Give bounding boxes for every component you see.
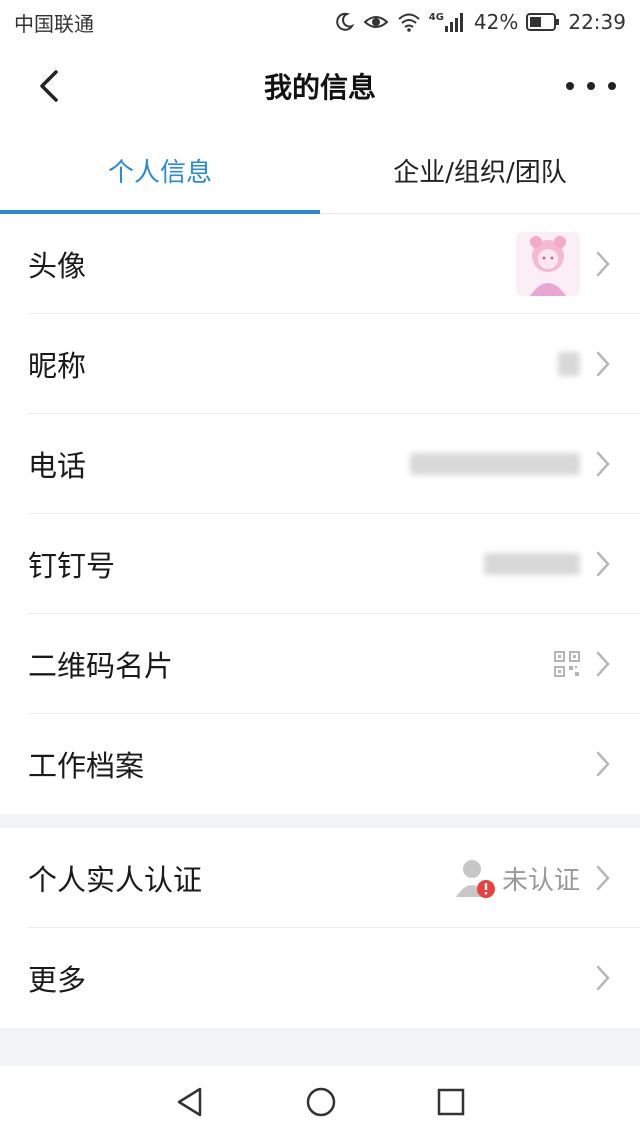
- avatar[interactable]: [516, 232, 580, 296]
- chevron-left-icon: [40, 70, 58, 102]
- qr-code-icon: [554, 651, 580, 677]
- more-dot-icon: [587, 82, 595, 90]
- battery-percent: 42%: [473, 10, 519, 34]
- signal-icon: 4G: [429, 12, 466, 32]
- more-dot-icon: [608, 82, 616, 90]
- circle-home-icon: [306, 1087, 336, 1117]
- phone-value: [410, 453, 580, 475]
- square-recents-icon: [437, 1088, 465, 1116]
- row-avatar[interactable]: 头像: [0, 214, 640, 314]
- nickname-value: [558, 352, 580, 376]
- wifi-icon: [397, 12, 421, 32]
- back-button[interactable]: [30, 64, 74, 108]
- profile-list: 头像 昵称 电话 钉钉号 二维码名片 工作档案: [0, 214, 640, 814]
- row-label: 个人实人认证: [28, 863, 203, 897]
- verification-list: 个人实人认证 未认证 更多: [0, 828, 640, 1028]
- row-label: 昵称: [28, 349, 87, 383]
- row-identity-verification[interactable]: 个人实人认证 未认证: [0, 828, 640, 928]
- eye-icon: [363, 12, 389, 32]
- nav-home-button[interactable]: [305, 1086, 337, 1118]
- chevron-right-icon: [596, 551, 610, 577]
- row-phone[interactable]: 电话: [0, 414, 640, 514]
- chevron-right-icon: [596, 865, 610, 891]
- row-qr-card[interactable]: 二维码名片: [0, 614, 640, 714]
- verification-status-text: 未认证: [501, 865, 580, 896]
- redacted-value: [410, 453, 580, 475]
- row-more[interactable]: 更多: [0, 928, 640, 1028]
- battery-icon: [526, 13, 560, 31]
- row-dingtalk-id[interactable]: 钉钉号: [0, 514, 640, 614]
- system-nav-bar: [0, 1066, 640, 1138]
- status-icons: 4G 42% 22:39: [333, 10, 626, 34]
- triangle-back-icon: [177, 1087, 202, 1117]
- more-dot-icon: [566, 82, 574, 90]
- nav-recents-button[interactable]: [437, 1088, 465, 1116]
- more-button[interactable]: [566, 72, 616, 100]
- tab-personal-info[interactable]: 个人信息: [0, 128, 320, 214]
- network-type: 4G: [428, 12, 444, 23]
- moon-icon: [333, 11, 355, 33]
- header-bar: 我的信息: [0, 44, 640, 128]
- verification-status: 未认证: [455, 857, 580, 899]
- redacted-value: [484, 553, 580, 575]
- row-label: 钉钉号: [28, 549, 116, 583]
- row-work-profile[interactable]: 工作档案: [0, 714, 640, 814]
- row-label: 工作档案: [28, 749, 145, 783]
- tab-bar: 个人信息 企业/组织/团队: [0, 128, 640, 214]
- row-nickname[interactable]: 昵称: [0, 314, 640, 414]
- chevron-right-icon: [596, 651, 610, 677]
- bottom-spacer: [0, 1028, 640, 1066]
- chevron-right-icon: [596, 451, 610, 477]
- chevron-right-icon: [596, 965, 610, 991]
- row-label: 更多: [28, 963, 87, 997]
- carrier-name: 中国联通: [14, 11, 94, 36]
- clock: 22:39: [568, 10, 626, 34]
- section-divider: [0, 814, 640, 828]
- chevron-right-icon: [596, 251, 610, 277]
- row-label: 电话: [28, 449, 87, 483]
- chevron-right-icon: [596, 751, 610, 777]
- page-title: 我的信息: [263, 71, 376, 104]
- dingtalk-id-value: [484, 553, 580, 575]
- row-label: 二维码名片: [28, 649, 174, 683]
- unverified-user-icon: [455, 860, 495, 898]
- chevron-right-icon: [596, 351, 610, 377]
- row-label: 头像: [28, 249, 87, 283]
- nav-back-button[interactable]: [175, 1086, 205, 1118]
- redacted-value: [558, 352, 580, 376]
- status-bar: 中国联通 4G 42% 22:39: [0, 0, 640, 44]
- tab-organization[interactable]: 企业/组织/团队: [320, 128, 640, 213]
